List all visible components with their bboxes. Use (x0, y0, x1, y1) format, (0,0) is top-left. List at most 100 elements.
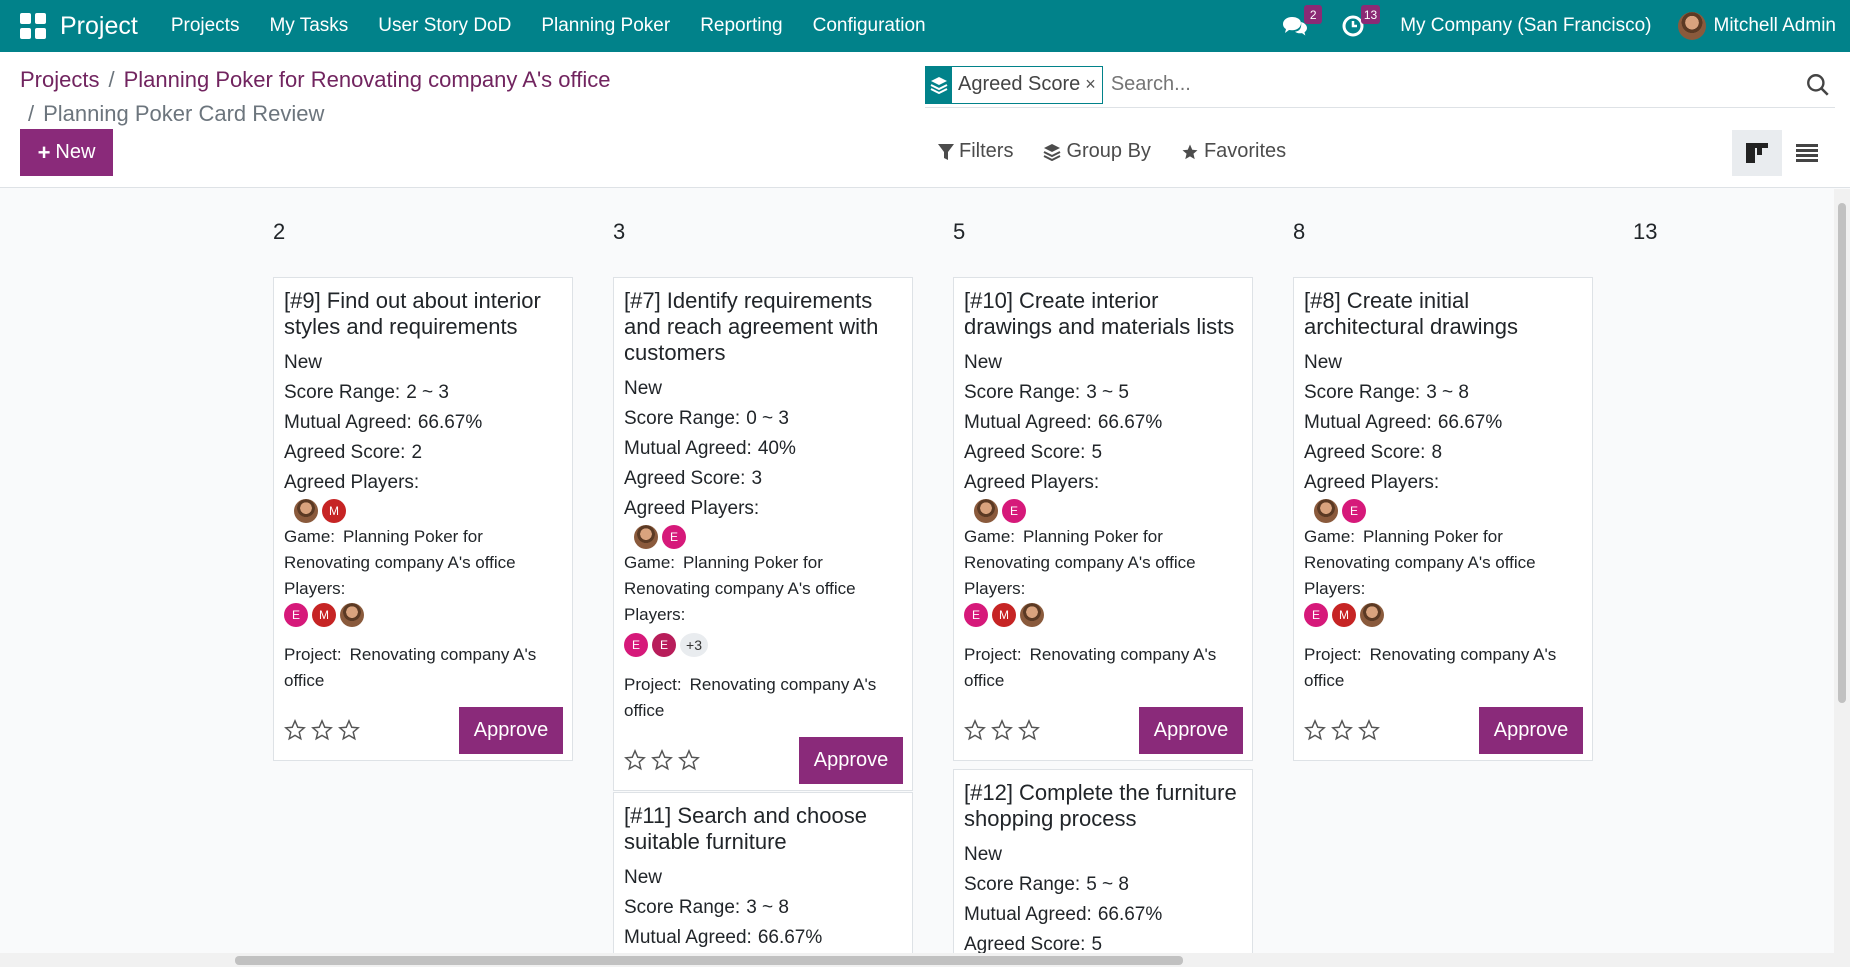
plus-icon: + (37, 139, 51, 165)
score-range-label: Score Range: (964, 382, 1081, 403)
search-icon[interactable] (1805, 72, 1831, 98)
agreed-players-label: Agreed Players: (284, 472, 420, 493)
project-value-continued: office (1304, 671, 1345, 690)
game-value: Planning Poker for (1023, 527, 1163, 546)
priority-stars (1304, 719, 1385, 741)
activities-button[interactable]: 13 (1338, 5, 1381, 41)
user-menu[interactable]: Mitchell Admin (1677, 12, 1836, 40)
app-brand[interactable]: Project (60, 12, 138, 41)
game-label: Game: (284, 527, 336, 546)
scrollbar-thumb[interactable] (1838, 203, 1846, 703)
kanban-card[interactable]: [#8] Create initial architectural drawin… (1293, 277, 1593, 761)
mutual-agreed-label: Mutual Agreed: (964, 904, 1092, 925)
messages-button[interactable]: 2 (1280, 5, 1323, 41)
star-icon[interactable] (1331, 719, 1353, 741)
top-navbar: Project Projects My Tasks User Story DoD… (0, 0, 1850, 52)
player-avatar (340, 603, 364, 627)
star-icon[interactable] (964, 719, 986, 741)
players-avatars: E M (284, 602, 562, 628)
player-avatar: M (992, 603, 1016, 627)
card-title: [#10] Create interior drawings and mater… (964, 288, 1235, 339)
horizontal-scrollbar[interactable] (0, 953, 1850, 967)
approve-button[interactable]: Approve (799, 736, 903, 784)
new-button-label: New (55, 141, 96, 163)
player-avatar: E (1002, 499, 1026, 523)
menu-planning-poker[interactable]: Planning Poker (526, 15, 685, 37)
card-footer: Approve (1304, 700, 1583, 760)
menu-configuration[interactable]: Configuration (798, 15, 941, 37)
approve-button[interactable]: Approve (1479, 706, 1583, 754)
agreed-score-value: 5 (1091, 442, 1103, 463)
project-value: Renovating company A's (1369, 645, 1557, 664)
star-icon[interactable] (624, 749, 646, 771)
project-row: Project: Renovating company A's (624, 672, 902, 698)
list-view-button[interactable] (1782, 130, 1832, 176)
star-icon[interactable] (311, 719, 333, 741)
menu-my-tasks[interactable]: My Tasks (254, 15, 363, 37)
breadcrumb-separator: / (28, 101, 35, 126)
card-stage: New (284, 352, 323, 373)
star-icon[interactable] (1018, 719, 1040, 741)
approve-button[interactable]: Approve (1139, 706, 1243, 754)
star-icon[interactable] (991, 719, 1013, 741)
score-range-value: 2 ~ 3 (406, 382, 449, 403)
kanban-card[interactable]: [#9] Find out about interior styles and … (273, 277, 573, 761)
menu-reporting[interactable]: Reporting (685, 15, 797, 37)
agreed-score-row: Agreed Score: 3 (624, 464, 902, 494)
approve-button[interactable]: Approve (459, 706, 563, 754)
project-row: Project: Renovating company A's (284, 642, 562, 668)
project-value: Renovating company A's (1029, 645, 1217, 664)
mutual-agreed-value: 66.67% (1097, 904, 1163, 925)
more-players-badge[interactable]: +3 (680, 633, 708, 657)
activities-count-badge: 13 (1360, 5, 1381, 24)
breadcrumb-planning-poker[interactable]: Planning Poker for Renovating company A'… (124, 67, 611, 92)
search-input[interactable] (1110, 73, 1805, 96)
messages-count-badge: 2 (1304, 5, 1323, 24)
company-switcher[interactable]: My Company (San Francisco) (1400, 15, 1651, 37)
card-title: [#12] Complete the furniture shopping pr… (964, 780, 1237, 831)
players-avatars: E E +3 (624, 632, 902, 658)
star-icon[interactable] (678, 749, 700, 771)
star-icon[interactable] (651, 749, 673, 771)
kanban-card[interactable]: [#7] Identify requirements and reach agr… (613, 277, 913, 791)
new-button[interactable]: + New (20, 129, 113, 176)
priority-stars (624, 749, 705, 771)
vertical-scrollbar[interactable] (1834, 189, 1850, 953)
breadcrumb: Projects / Planning Poker for Renovating c… (20, 63, 900, 131)
kanban-card[interactable]: [#11] Search and choose suitable furnitu… (613, 792, 913, 953)
mutual-agreed-value: 40% (757, 438, 796, 459)
filters-button[interactable]: Filters (938, 140, 1013, 163)
score-range-row: Score Range: 3 ~ 5 (964, 378, 1242, 408)
menu-user-story-dod[interactable]: User Story DoD (363, 15, 526, 37)
star-icon[interactable] (1304, 719, 1326, 741)
player-avatar: M (1332, 603, 1356, 627)
agreed-score-label: Agreed Score: (624, 468, 746, 489)
score-range-row: Score Range: 5 ~ 8 (964, 870, 1242, 900)
card-stage: New (624, 378, 663, 399)
star-icon[interactable] (284, 719, 306, 741)
apps-menu-icon[interactable] (20, 13, 46, 39)
breadcrumb-projects[interactable]: Projects (20, 67, 99, 92)
star-icon (1182, 144, 1198, 159)
star-icon[interactable] (1358, 719, 1380, 741)
scrollbar-thumb[interactable] (235, 956, 1183, 965)
mutual-agreed-row: Mutual Agreed: 40% (624, 434, 902, 464)
game-label: Game: (964, 527, 1016, 546)
star-icon[interactable] (338, 719, 360, 741)
kanban-view-button[interactable] (1732, 130, 1782, 176)
kanban-card[interactable]: [#12] Complete the furniture shopping pr… (953, 769, 1253, 953)
card-stage: New (964, 352, 1003, 373)
menu-projects[interactable]: Projects (156, 15, 255, 37)
favorites-button[interactable]: Favorites (1181, 140, 1286, 163)
facet-close-icon[interactable]: × (1083, 67, 1102, 103)
project-value: Renovating company A's (349, 645, 537, 664)
game-value-continued: Renovating company A's office (1304, 553, 1536, 572)
group-by-button[interactable]: Group By (1043, 140, 1151, 163)
game-label: Game: (624, 553, 676, 572)
project-value-continued: office (964, 671, 1005, 690)
priority-stars (284, 719, 365, 741)
players-avatars: E M (1304, 602, 1582, 628)
kanban-card[interactable]: [#10] Create interior drawings and mater… (953, 277, 1253, 761)
layers-icon (926, 66, 952, 103)
card-stage: New (1304, 352, 1343, 373)
